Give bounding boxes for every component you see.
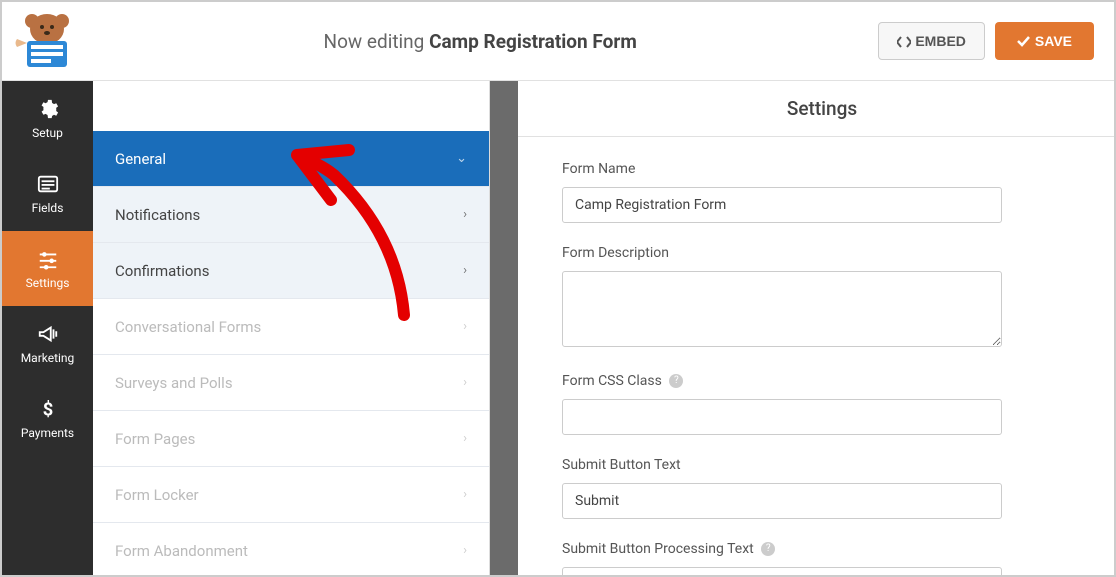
nav-item-marketing[interactable]: Marketing (2, 306, 93, 381)
form-css-input[interactable] (562, 399, 1002, 435)
dollar-icon: $ (37, 398, 59, 420)
form-description-input[interactable] (562, 271, 1002, 347)
bullhorn-icon (37, 323, 59, 345)
check-icon (1017, 36, 1030, 47)
form-name-input[interactable] (562, 187, 1002, 223)
help-icon[interactable]: ? (761, 542, 775, 556)
divider (518, 136, 1114, 137)
top-bar: Now editing Camp Registration Form EMBED… (2, 2, 1114, 81)
form-description-label: Form Description (562, 245, 1082, 261)
nav-item-payments[interactable]: $ Payments (2, 381, 93, 456)
header-title: Now editing Camp Registration Form (82, 30, 878, 53)
subnav-item-general[interactable]: General ⌄ (93, 131, 489, 187)
subnav-item-surveys[interactable]: Surveys and Polls › (93, 355, 489, 411)
submit-processing-input[interactable] (562, 567, 1002, 575)
submit-text-label: Submit Button Text (562, 457, 1082, 473)
nav-item-fields[interactable]: Fields (2, 156, 93, 231)
field-form-description: Form Description (562, 245, 1082, 351)
submit-processing-label: Submit Button Processing Text ? (562, 541, 1082, 557)
form-css-label: Form CSS Class ? (562, 373, 1082, 389)
settings-title: Settings (562, 97, 1082, 136)
chevron-right-icon: › (463, 543, 467, 558)
code-icon (897, 36, 911, 48)
subnav-item-confirmations[interactable]: Confirmations › (93, 243, 489, 299)
gear-icon (37, 98, 59, 120)
subnav-item-conversational[interactable]: Conversational Forms › (93, 299, 489, 355)
nav-item-setup[interactable]: Setup (2, 81, 93, 156)
body-wrap: Setup Fields Settings Marketing $ Paymen… (2, 81, 1114, 575)
wpforms-logo-icon (12, 11, 82, 71)
subnav-item-notifications[interactable]: Notifications › (93, 187, 489, 243)
subnav-item-form-locker[interactable]: Form Locker › (93, 467, 489, 523)
sliders-icon (37, 248, 59, 270)
nav-item-settings[interactable]: Settings (2, 231, 93, 306)
submit-text-input[interactable] (562, 483, 1002, 519)
field-form-name: Form Name (562, 161, 1082, 223)
chevron-right-icon: › (463, 207, 467, 222)
chevron-right-icon: › (463, 487, 467, 502)
subnav-item-form-abandonment[interactable]: Form Abandonment › (93, 523, 489, 575)
form-name-label: Form Name (562, 161, 1082, 177)
nav-rail: Setup Fields Settings Marketing $ Paymen… (2, 81, 93, 575)
svg-text:$: $ (42, 399, 53, 420)
panel-gutter (490, 81, 518, 575)
chevron-right-icon: › (463, 319, 467, 334)
list-icon (37, 173, 59, 195)
chevron-right-icon: › (463, 263, 467, 278)
sub-nav-column: General ⌄ Notifications › Confirmations … (93, 81, 490, 575)
field-submit-text: Submit Button Text (562, 457, 1082, 519)
app-logo (12, 11, 82, 71)
subnav-item-form-pages[interactable]: Form Pages › (93, 411, 489, 467)
embed-button[interactable]: EMBED (878, 22, 985, 60)
field-submit-processing: Submit Button Processing Text ? (562, 541, 1082, 575)
help-icon[interactable]: ? (669, 374, 683, 388)
save-button[interactable]: SAVE (995, 22, 1094, 60)
chevron-right-icon: › (463, 375, 467, 390)
chevron-down-icon: ⌄ (456, 151, 467, 166)
settings-content: Settings Form Name Form Description Form… (518, 81, 1114, 575)
field-form-css: Form CSS Class ? (562, 373, 1082, 435)
chevron-right-icon: › (463, 431, 467, 446)
sub-nav-list[interactable]: General ⌄ Notifications › Confirmations … (93, 81, 490, 575)
